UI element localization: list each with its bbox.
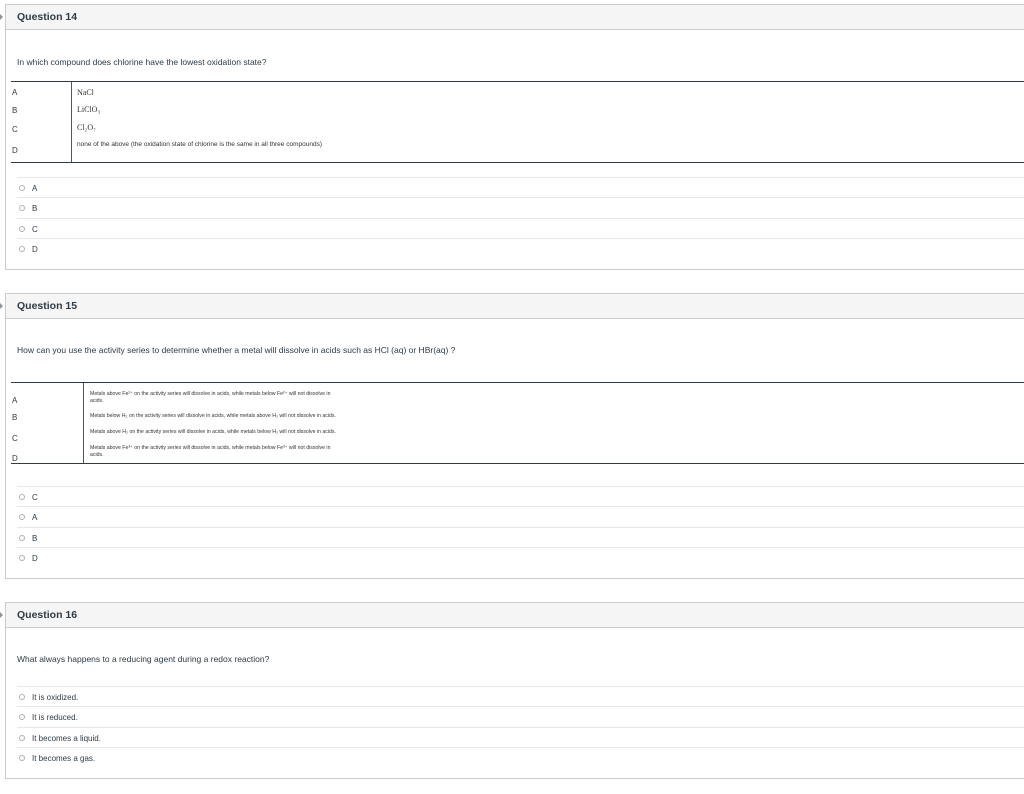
answer-label: D bbox=[32, 244, 38, 254]
question-16-panel: Question 16 What always happens to a red… bbox=[0, 602, 1024, 779]
table-divider bbox=[71, 82, 72, 162]
answer-label: A bbox=[32, 183, 38, 193]
answer-label: It is oxidized. bbox=[32, 692, 79, 702]
option-text-a: Metals above Fe²⁺ on the activity series… bbox=[90, 391, 330, 405]
option-text-b: LiClO₃ bbox=[77, 105, 101, 114]
question-text: In which compound does chlorine have the… bbox=[17, 57, 267, 67]
radio-icon[interactable] bbox=[19, 185, 25, 191]
answer-label: It is reduced. bbox=[32, 712, 78, 722]
option-text-line: Metals above Fe²⁺ on the activity series… bbox=[90, 391, 331, 397]
option-letter-c: C bbox=[12, 125, 18, 134]
answer-option[interactable]: D bbox=[17, 547, 1024, 568]
answer-label: C bbox=[32, 492, 38, 502]
radio-icon[interactable] bbox=[19, 246, 25, 252]
answer-option[interactable]: D bbox=[17, 238, 1024, 259]
radio-icon[interactable] bbox=[19, 205, 25, 211]
question-marker-icon bbox=[0, 303, 3, 309]
question-text: What always happens to a reducing agent … bbox=[17, 654, 270, 664]
answer-option[interactable]: It is oxidized. bbox=[17, 686, 1024, 707]
answer-option[interactable]: It is reduced. bbox=[17, 706, 1024, 727]
answer-label: It becomes a gas. bbox=[32, 753, 96, 763]
radio-icon[interactable] bbox=[19, 694, 25, 700]
question-text: How can you use the activity series to d… bbox=[17, 345, 456, 355]
radio-icon[interactable] bbox=[19, 514, 25, 520]
question-15-panel: Question 15 How can you use the activity… bbox=[0, 293, 1024, 579]
option-text-line: Metals above Fe³⁺ on the activity series… bbox=[90, 445, 331, 451]
answer-option[interactable]: B bbox=[17, 197, 1024, 218]
option-letter-a: A bbox=[12, 88, 18, 97]
answer-option[interactable]: B bbox=[17, 527, 1024, 548]
option-text-d: none of the above (the oxidation state o… bbox=[77, 141, 322, 148]
options-table: A Metals above Fe²⁺ on the activity seri… bbox=[11, 382, 1024, 464]
radio-icon[interactable] bbox=[19, 555, 25, 561]
question-title: Question 15 bbox=[17, 300, 78, 312]
option-letter-d: D bbox=[12, 454, 18, 463]
options-table: A NaCl B LiClO₃ C Cl₂O₇ D none of the ab… bbox=[11, 81, 1024, 163]
option-text-line: acids. bbox=[90, 398, 104, 404]
answer-label: B bbox=[32, 203, 38, 213]
option-letter-c: C bbox=[12, 434, 18, 443]
answer-option[interactable]: A bbox=[17, 177, 1024, 198]
option-letter-b: B bbox=[12, 413, 18, 422]
option-text-c: Metals above H₂ on the activity series w… bbox=[90, 429, 336, 435]
radio-icon[interactable] bbox=[19, 535, 25, 541]
option-text-line: acids. bbox=[90, 452, 104, 458]
option-letter-b: B bbox=[12, 106, 18, 115]
question-title: Question 16 bbox=[17, 609, 78, 621]
question-marker-icon bbox=[0, 14, 3, 20]
answer-label: A bbox=[32, 512, 38, 522]
radio-icon[interactable] bbox=[19, 226, 25, 232]
question-14-panel: Question 14 In which compound does chlor… bbox=[0, 4, 1024, 270]
question-marker-icon bbox=[0, 612, 3, 618]
radio-icon[interactable] bbox=[19, 714, 25, 720]
answer-label: B bbox=[32, 533, 38, 543]
answer-label: D bbox=[32, 553, 38, 563]
question-header: Question 14 bbox=[6, 5, 1024, 30]
answer-label: C bbox=[32, 224, 38, 234]
option-text-a: NaCl bbox=[77, 88, 94, 97]
radio-icon[interactable] bbox=[19, 494, 25, 500]
question-header: Question 15 bbox=[6, 294, 1024, 319]
answer-label: It becomes a liquid. bbox=[32, 733, 101, 743]
answer-option[interactable]: It becomes a liquid. bbox=[17, 727, 1024, 748]
radio-icon[interactable] bbox=[19, 735, 25, 741]
question-header: Question 16 bbox=[6, 603, 1024, 628]
answer-option[interactable]: C bbox=[17, 486, 1024, 507]
option-text-d: Metals above Fe³⁺ on the activity series… bbox=[90, 445, 330, 459]
radio-icon[interactable] bbox=[19, 755, 25, 761]
answer-option[interactable]: C bbox=[17, 218, 1024, 239]
option-text-b: Metals below H₂ on the activity series w… bbox=[90, 413, 336, 419]
table-divider bbox=[83, 383, 84, 463]
question-title: Question 14 bbox=[17, 11, 78, 23]
option-letter-d: D bbox=[12, 146, 18, 155]
answer-option[interactable]: A bbox=[17, 506, 1024, 527]
option-letter-a: A bbox=[12, 396, 18, 405]
option-text-c: Cl₂O₇ bbox=[77, 123, 96, 132]
answer-option[interactable]: It becomes a gas. bbox=[17, 747, 1024, 768]
